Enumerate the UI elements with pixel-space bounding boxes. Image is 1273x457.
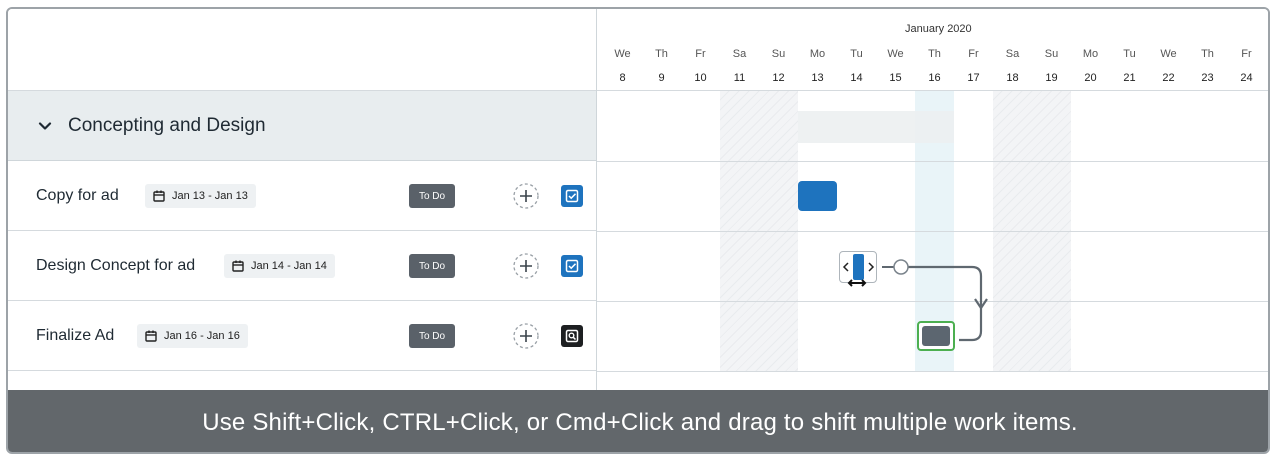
date-range-text: Jan 16 - Jan 16 — [164, 330, 240, 342]
status-badge[interactable]: To Do — [409, 184, 455, 208]
plus-circle-icon[interactable] — [511, 251, 541, 281]
date-chip[interactable]: Jan 16 - Jan 16 — [137, 324, 248, 348]
instruction-caption: Use Shift+Click, CTRL+Click, or Cmd+Clic… — [8, 390, 1268, 452]
timeline-panel: January 2020 We 8 Th 9 Fr 10 Sa 11 Su 12 Mo 13 Tu 14 W… — [596, 9, 1268, 452]
checkbox-icon[interactable] — [561, 185, 583, 207]
task-bar-fill[interactable] — [922, 326, 950, 346]
resize-arrows-icon — [847, 279, 867, 287]
review-icon[interactable] — [561, 325, 583, 347]
date-range-text: Jan 14 - Jan 14 — [251, 260, 327, 272]
checkbox-icon[interactable] — [561, 255, 583, 277]
plus-circle-icon[interactable] — [511, 181, 541, 211]
task-name[interactable]: Design Concept for ad — [36, 257, 195, 275]
task-list-panel: Concepting and Design Copy for ad Jan 13… — [8, 9, 596, 452]
task-row[interactable]: Copy for ad Jan 13 - Jan 13 To Do — [8, 161, 596, 231]
calendar-icon — [153, 190, 165, 202]
status-badge[interactable]: To Do — [409, 324, 455, 348]
status-badge[interactable]: To Do — [409, 254, 455, 278]
group-title: Concepting and Design — [68, 114, 266, 136]
chevron-right-icon[interactable] — [867, 261, 875, 273]
calendar-icon — [145, 330, 157, 342]
date-chip[interactable]: Jan 13 - Jan 13 — [145, 184, 256, 208]
plus-circle-icon[interactable] — [511, 321, 541, 351]
task-row[interactable]: Finalize Ad Jan 16 - Jan 16 To Do — [8, 301, 596, 371]
date-chip[interactable]: Jan 14 - Jan 14 — [224, 254, 335, 278]
task-list-header — [8, 9, 596, 91]
task-name[interactable]: Finalize Ad — [36, 327, 114, 345]
task-bar-highlighted[interactable] — [917, 321, 955, 351]
task-row[interactable]: Design Concept for ad Jan 14 - Jan 14 To… — [8, 231, 596, 301]
dependency-handle-icon[interactable] — [892, 258, 910, 276]
chevron-left-icon[interactable] — [842, 261, 850, 273]
task-name[interactable]: Copy for ad — [36, 187, 119, 205]
date-range-text: Jan 13 - Jan 13 — [172, 190, 248, 202]
group-row-concepting[interactable]: Concepting and Design — [8, 91, 596, 161]
chevron-down-icon[interactable] — [38, 119, 52, 133]
calendar-icon — [232, 260, 244, 272]
gantt-view: Concepting and Design Copy for ad Jan 13… — [6, 7, 1270, 454]
